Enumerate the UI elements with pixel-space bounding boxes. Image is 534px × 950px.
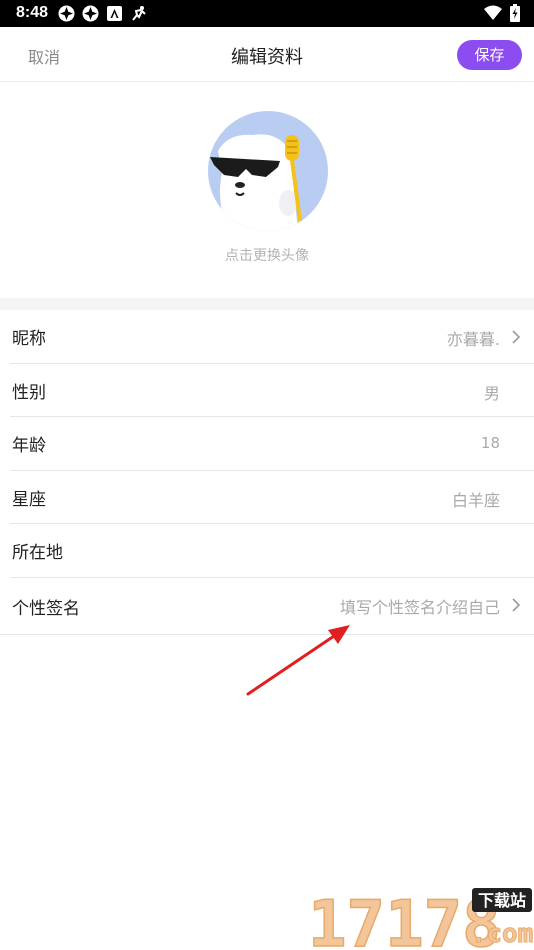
aperture-icon	[82, 5, 99, 22]
field-label: 星座	[12, 489, 46, 510]
site-watermark: 17178 下载站 .com	[307, 887, 534, 950]
field-zodiac[interactable]: 星座 白羊座	[10, 471, 534, 524]
avatar-section: 点击更换头像	[0, 82, 534, 298]
field-gender[interactable]: 性别 男	[10, 364, 534, 417]
field-location[interactable]: 所在地	[10, 524, 534, 578]
avatar[interactable]	[208, 111, 328, 231]
status-notification-icons	[58, 5, 147, 22]
wifi-icon	[484, 5, 502, 25]
page-title: 编辑资料	[231, 47, 303, 68]
field-age[interactable]: 年龄 18	[10, 417, 534, 471]
profile-form: 昵称 亦暮暮. 性别 男 年龄 18 星座 白羊座 所在地 个性签名 填写个性签…	[0, 310, 534, 635]
section-divider	[0, 298, 534, 310]
status-bar: 8:48	[0, 0, 534, 27]
field-value: 填写个性签名介绍自己	[339, 597, 500, 617]
field-label: 所在地	[12, 543, 63, 563]
field-value: 白羊座	[451, 490, 500, 510]
save-button[interactable]: 保存	[457, 40, 522, 70]
aperture-icon	[58, 5, 75, 22]
field-nickname[interactable]: 昵称 亦暮暮.	[10, 310, 534, 364]
header: 取消 编辑资料 保存	[0, 27, 534, 82]
field-label: 年龄	[12, 436, 46, 456]
runner-icon	[130, 5, 147, 22]
chevron-right-icon	[512, 330, 521, 344]
change-avatar-hint[interactable]: 点击更换头像	[0, 245, 534, 265]
status-system-icons	[484, 4, 520, 26]
watermark-tag: 下载站	[478, 891, 526, 910]
watermark-suffix: .com	[471, 919, 534, 949]
chevron-right-icon	[512, 597, 521, 612]
field-label: 昵称	[12, 329, 46, 349]
field-label: 性别	[12, 382, 46, 403]
field-value: 18	[480, 434, 500, 452]
a-square-icon	[106, 5, 123, 22]
field-value: 亦暮暮.	[446, 330, 500, 349]
field-value: 男	[483, 383, 500, 403]
annotation-arrow-icon	[246, 625, 350, 696]
status-time: 8:48	[16, 4, 49, 21]
field-label: 个性签名	[12, 598, 80, 619]
battery-charging-icon	[510, 4, 520, 26]
